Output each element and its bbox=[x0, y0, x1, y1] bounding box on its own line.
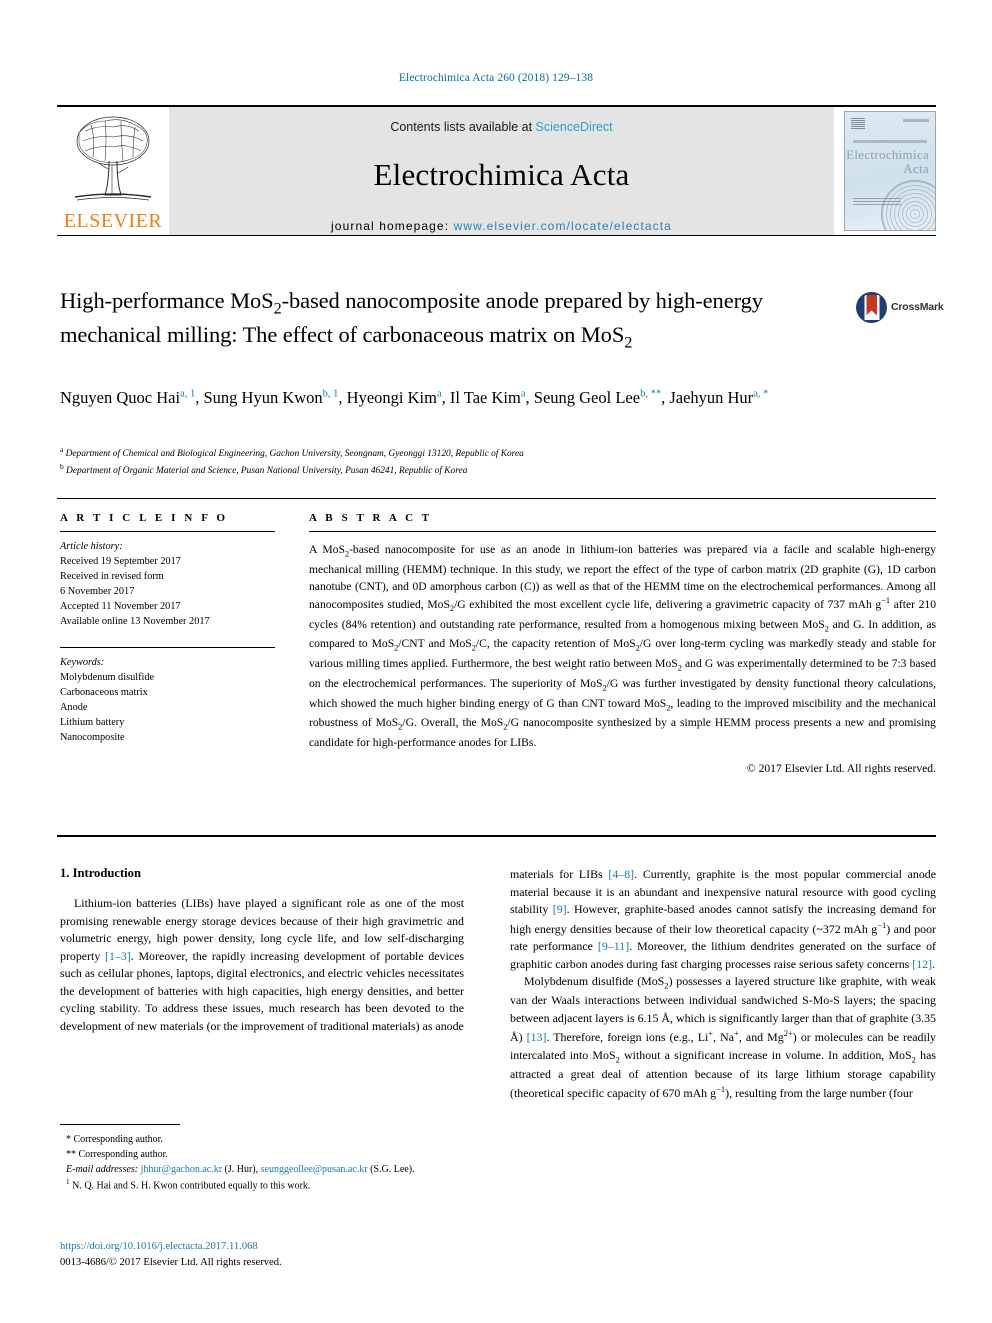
crossmark-icon bbox=[856, 291, 887, 323]
author-name: Hyeongi Kim bbox=[346, 388, 437, 407]
keyword-item: Anode bbox=[60, 702, 88, 714]
title-subscript-3: 2 bbox=[624, 333, 633, 352]
elsevier-logo: ELSEVIER bbox=[57, 107, 169, 235]
title-part-1b: -based nanocomposite anode prepared by bbox=[281, 288, 651, 313]
doi-block: https://doi.org/10.1016/j.electacta.2017… bbox=[60, 1239, 480, 1272]
paper-page: Electrochimica Acta 260 (2018) 129–138 E… bbox=[0, 0, 992, 1323]
page-title: High-performance MoS2-based nanocomposit… bbox=[60, 286, 850, 353]
abstract-heading: A B S T R A C T bbox=[309, 512, 433, 524]
keyword-lines: Molybdenum disulfide Carbonaceous matrix A… bbox=[60, 670, 275, 745]
footnote-equal-text: N. Q. Hai and S. H. Kwon contributed equ… bbox=[72, 1180, 311, 1192]
email-person-hur: (J. Hur), bbox=[224, 1164, 259, 1175]
author-affiliation-mark[interactable]: a bbox=[437, 389, 442, 400]
email-person-lee: (S.G. Lee). bbox=[370, 1164, 415, 1175]
author-name: Nguyen Quoc Hai bbox=[60, 388, 181, 407]
elsevier-wordmark: ELSEVIER bbox=[63, 210, 163, 232]
running-head: Electrochimica Acta 260 (2018) 129–138 bbox=[398, 72, 594, 84]
crossmark-label: CrossMark bbox=[891, 301, 944, 313]
title-block: High-performance MoS2-based nanocomposit… bbox=[60, 286, 850, 353]
keyword-item: Carbonaceous matrix bbox=[60, 687, 148, 699]
body-column-right: materials for LIBs [4–8]. Currently, gra… bbox=[510, 866, 936, 1103]
author-name: Jaehyun Hur bbox=[669, 388, 754, 407]
author-list: Nguyen Quoc Haia, 1, Sung Hyun Kwonb, 1,… bbox=[60, 388, 769, 407]
homepage-label: journal homepage: bbox=[331, 219, 454, 233]
author-affiliation-mark[interactable]: a, * bbox=[753, 389, 768, 400]
affiliation-line: a Department of Chemical and Biological … bbox=[60, 445, 524, 460]
issn-copyright-line: 0013-4686/© 2017 Elsevier Ltd. All right… bbox=[60, 1257, 282, 1269]
keyword-item: Nanocomposite bbox=[60, 732, 125, 744]
elsevier-tree-icon bbox=[74, 116, 152, 201]
keyword-item: Lithium battery bbox=[60, 717, 125, 729]
footnote-rule bbox=[60, 1124, 180, 1125]
info-top-rule bbox=[57, 498, 936, 499]
journal-masthead: ELSEVIER Contents lists available at Sci… bbox=[57, 105, 936, 236]
cover-issue-mark bbox=[903, 119, 929, 122]
email-link-lee[interactable]: seunggeollee@pusan.ac.kr bbox=[261, 1164, 368, 1175]
article-history-item: Received 19 September 2017 bbox=[60, 556, 181, 568]
abstract-rule bbox=[309, 531, 936, 532]
sciencedirect-link[interactable]: ScienceDirect bbox=[536, 120, 613, 134]
intro-paragraph-right-1: materials for LIBs [4–8]. Currently, gra… bbox=[510, 867, 937, 971]
article-info-column: A R T I C L E I N F O Article history: R… bbox=[60, 512, 275, 745]
article-history-item: Accepted 11 November 2017 bbox=[60, 601, 181, 613]
abstract-text: A MoS2-based nanocomposite for use as an… bbox=[309, 543, 937, 750]
footnote-corresponding-1: * Corresponding author. bbox=[66, 1134, 163, 1145]
abstract-copyright: © 2017 Elsevier Ltd. All rights reserved… bbox=[746, 762, 936, 776]
title-subscript-1: 2 bbox=[273, 299, 282, 318]
author-affiliation-mark[interactable]: b, ** bbox=[640, 389, 661, 400]
cover-title: Electrochimica Acta bbox=[845, 148, 929, 175]
article-info-rule bbox=[60, 531, 275, 532]
footnote-mark-1: 1 bbox=[66, 1178, 70, 1186]
author-name: Seung Geol Lee bbox=[533, 388, 641, 407]
intro-paragraph-left: Lithium-ion batteries (LIBs) have played… bbox=[60, 896, 464, 1033]
intro-paragraph-right-2: Molybdenum disulfide (MoS2) possesses a … bbox=[510, 974, 936, 1101]
cover-title-line2: Acta bbox=[903, 160, 929, 176]
email-link-hur[interactable]: jhhur@gachon.ac.kr bbox=[141, 1164, 222, 1175]
article-history-label: Article history: bbox=[60, 541, 123, 552]
journal-homepage-line: journal homepage: www.elsevier.com/locat… bbox=[169, 219, 834, 233]
title-part-1: High-performance MoS bbox=[60, 288, 274, 313]
journal-title: Electrochimica Acta bbox=[373, 157, 630, 192]
article-history-item: Available online 13 November 2017 bbox=[60, 616, 210, 628]
cover-publisher-mark bbox=[851, 118, 865, 130]
homepage-url-link[interactable]: www.elsevier.com/locate/electacta bbox=[454, 219, 672, 233]
cover-band bbox=[853, 140, 927, 143]
footnote-block: * Corresponding author. ** Corresponding… bbox=[60, 1124, 464, 1193]
footnote-corresponding-2: ** Corresponding author. bbox=[66, 1149, 168, 1160]
email-label: E-mail addresses: bbox=[66, 1164, 139, 1175]
abstract-bottom-rule bbox=[57, 835, 936, 837]
author-affiliation-mark[interactable]: b, 1 bbox=[323, 389, 339, 400]
footnote-equal-contribution: 1 N. Q. Hai and S. H. Kwon contributed e… bbox=[60, 1177, 464, 1193]
article-history-lines: Received 19 September 2017 Received in re… bbox=[60, 554, 275, 629]
title-part-3: MoS bbox=[580, 321, 625, 347]
article-history-item: Received in revised form bbox=[60, 571, 164, 583]
cover-seal-emblem bbox=[881, 180, 935, 230]
keywords-label: Keywords: bbox=[60, 657, 105, 669]
abstract-column: A B S T R A C T A MoS2-based nanocomposi… bbox=[309, 512, 936, 775]
keywords-rule bbox=[60, 647, 275, 649]
author-name: Il Tae Kim bbox=[449, 388, 521, 407]
keyword-item: Molybdenum disulfide bbox=[60, 672, 155, 684]
crossmark-badge[interactable]: CrossMark bbox=[856, 290, 944, 324]
author-affiliation-mark[interactable]: a, 1 bbox=[180, 389, 195, 400]
article-history-item: 6 November 2017 bbox=[60, 586, 135, 598]
affiliation-line: b Department of Organic Material and Sci… bbox=[60, 462, 468, 477]
affiliation-list: a Department of Chemical and Biological … bbox=[60, 444, 880, 479]
contents-prefix: Contents lists available at bbox=[390, 120, 536, 134]
article-info-heading: A R T I C L E I N F O bbox=[60, 512, 229, 524]
cover-title-line1: Electrochimica bbox=[846, 147, 929, 162]
doi-link[interactable]: https://doi.org/10.1016/j.electacta.2017… bbox=[60, 1239, 480, 1255]
body-column-left: 1. Introduction Lithium-ion batteries (L… bbox=[60, 866, 464, 1035]
journal-banner: Contents lists available at ScienceDirec… bbox=[169, 107, 834, 235]
author-name: Sung Hyun Kwon bbox=[203, 388, 323, 407]
section-heading-introduction: 1. Introduction bbox=[60, 866, 141, 880]
journal-cover-thumbnail: Electrochimica Acta bbox=[844, 111, 936, 231]
contents-available-line: Contents lists available at ScienceDirec… bbox=[169, 120, 834, 134]
author-affiliation-mark[interactable]: a bbox=[521, 389, 526, 400]
footnote-emails: E-mail addresses: jhhur@gachon.ac.kr (J.… bbox=[60, 1162, 464, 1177]
